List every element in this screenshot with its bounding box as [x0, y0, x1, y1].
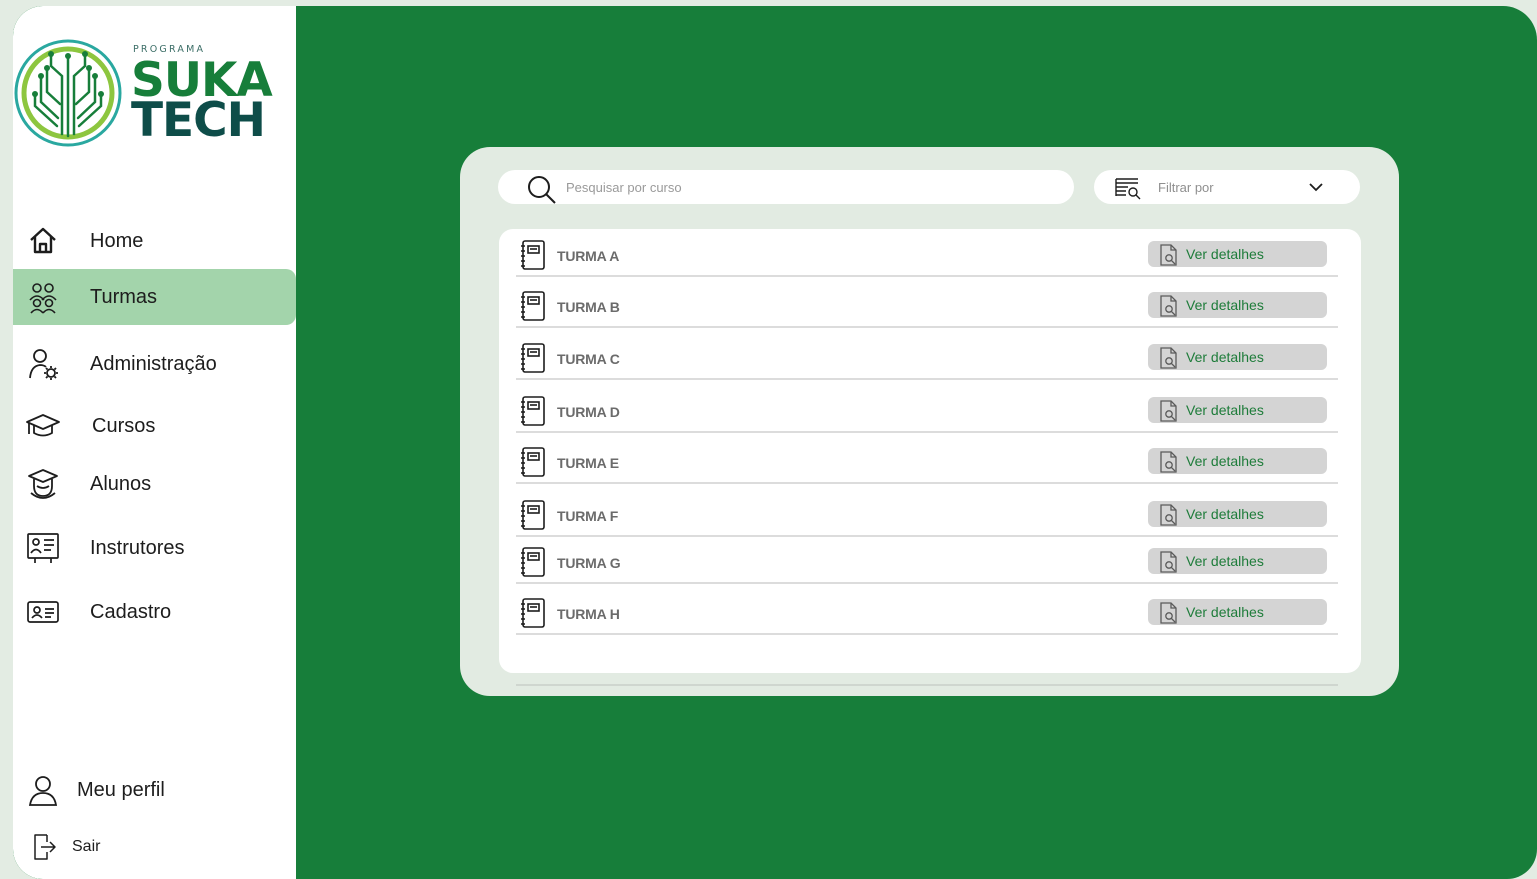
table-row: TURMA G Ver detalhes	[516, 536, 1338, 584]
class-name: TURMA D	[557, 404, 620, 420]
view-details-label: Ver detalhes	[1186, 402, 1264, 418]
student-icon	[25, 466, 61, 502]
sidebar: PROGRAMA SUKA TECH Home Turmas Administr…	[13, 6, 296, 879]
users-group-icon	[25, 279, 61, 315]
document-search-icon	[1160, 244, 1177, 266]
notebook-icon	[521, 240, 545, 270]
chevron-down-icon	[1309, 183, 1323, 192]
user-gear-icon	[25, 346, 61, 382]
document-search-icon	[1160, 295, 1177, 317]
table-row: TURMA C Ver detalhes	[516, 332, 1338, 380]
class-name: TURMA G	[557, 555, 621, 571]
view-details-button[interactable]: Ver detalhes	[1148, 292, 1327, 318]
filter-list-icon	[1115, 178, 1141, 200]
instructor-board-icon	[25, 530, 61, 566]
sidebar-item-turmas[interactable]: Turmas	[13, 269, 296, 325]
sidebar-item-label: Turmas	[90, 285, 158, 308]
class-name: TURMA A	[557, 248, 620, 264]
sidebar-item-cadastro[interactable]: Cadastro	[13, 584, 296, 640]
graduation-cap-icon	[25, 408, 61, 444]
view-details-button[interactable]: Ver detalhes	[1148, 599, 1327, 625]
circuit-tree-emblem-icon	[14, 39, 122, 147]
document-search-icon	[1160, 451, 1177, 473]
classes-panel: Filtrar por TURMA A Ver detalhes	[460, 147, 1399, 696]
notebook-icon	[521, 598, 545, 628]
notebook-icon	[521, 396, 545, 426]
notebook-icon	[521, 500, 545, 530]
view-details-label: Ver detalhes	[1186, 453, 1264, 469]
search-bar	[498, 170, 1074, 204]
table-row: TURMA F Ver detalhes	[516, 489, 1338, 537]
user-profile-icon	[25, 772, 61, 808]
search-input[interactable]	[566, 170, 1046, 204]
sidebar-item-label: Alunos	[90, 472, 152, 495]
class-name: TURMA H	[557, 606, 620, 622]
document-search-icon	[1160, 602, 1177, 624]
document-search-icon	[1160, 400, 1177, 422]
view-details-label: Ver detalhes	[1186, 246, 1264, 262]
class-name: TURMA C	[557, 351, 620, 367]
class-name: TURMA F	[557, 508, 619, 524]
classes-list: TURMA A Ver detalhes TURMA B Ver detalhe…	[499, 229, 1361, 673]
filter-label: Filtrar por	[1158, 180, 1214, 195]
sidebar-item-home[interactable]: Home	[13, 213, 296, 269]
view-details-label: Ver detalhes	[1186, 553, 1264, 569]
app-window: PROGRAMA SUKA TECH Home Turmas Administr…	[13, 6, 1537, 879]
table-row: TURMA E Ver detalhes	[516, 436, 1338, 484]
sidebar-item-instrutores[interactable]: Instrutores	[13, 520, 296, 576]
table-row: TURMA B Ver detalhes	[516, 280, 1338, 328]
sidebar-item-cursos[interactable]: Cursos	[13, 398, 296, 454]
sidebar-item-administracao[interactable]: Administração	[13, 336, 296, 392]
view-details-button[interactable]: Ver detalhes	[1148, 448, 1327, 474]
sidebar-item-label: Administração	[90, 352, 217, 375]
home-icon	[25, 223, 61, 259]
list-divider	[516, 684, 1338, 686]
table-row: TURMA A Ver detalhes	[516, 229, 1338, 277]
table-row: TURMA H Ver detalhes	[516, 587, 1338, 635]
filter-dropdown[interactable]: Filtrar por	[1094, 170, 1360, 204]
view-details-button[interactable]: Ver detalhes	[1148, 548, 1327, 574]
document-search-icon	[1160, 347, 1177, 369]
view-details-label: Ver detalhes	[1186, 349, 1264, 365]
search-icon	[528, 176, 556, 204]
profile-label: Meu perfil	[77, 778, 165, 801]
view-details-label: Ver detalhes	[1186, 297, 1264, 313]
sidebar-item-label: Instrutores	[90, 536, 185, 559]
view-details-label: Ver detalhes	[1186, 604, 1264, 620]
id-card-icon	[25, 594, 61, 630]
logout-label: Sair	[72, 838, 101, 855]
notebook-icon	[521, 343, 545, 373]
brand-word-2: TECH	[131, 93, 266, 148]
document-search-icon	[1160, 504, 1177, 526]
view-details-label: Ver detalhes	[1186, 506, 1264, 522]
notebook-icon	[521, 547, 545, 577]
notebook-icon	[521, 447, 545, 477]
view-details-button[interactable]: Ver detalhes	[1148, 241, 1327, 267]
logout-button[interactable]: Sair	[13, 820, 296, 874]
logout-icon	[25, 829, 61, 865]
notebook-icon	[521, 291, 545, 321]
sidebar-item-label: Cursos	[92, 414, 156, 437]
class-name: TURMA E	[557, 455, 619, 471]
view-details-button[interactable]: Ver detalhes	[1148, 344, 1327, 370]
sidebar-item-label: Cadastro	[90, 600, 172, 623]
sidebar-item-alunos[interactable]: Alunos	[13, 456, 296, 512]
document-search-icon	[1160, 551, 1177, 573]
view-details-button[interactable]: Ver detalhes	[1148, 397, 1327, 423]
table-row: TURMA D Ver detalhes	[516, 385, 1338, 433]
class-name: TURMA B	[557, 299, 620, 315]
sidebar-item-label: Home	[90, 229, 144, 252]
view-details-button[interactable]: Ver detalhes	[1148, 501, 1327, 527]
brand-logo: PROGRAMA SUKA TECH	[13, 38, 283, 153]
profile-button[interactable]: Meu perfil	[13, 762, 296, 818]
